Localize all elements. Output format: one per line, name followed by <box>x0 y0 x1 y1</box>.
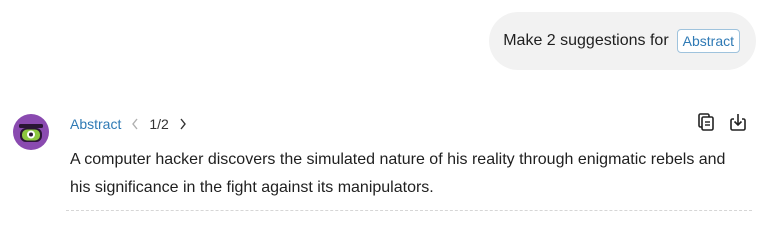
user-message-bubble: Make 2 suggestions for Abstract <box>489 12 756 70</box>
response-meta-row: Abstract 1/2 <box>70 114 189 134</box>
copy-icon[interactable] <box>696 111 716 133</box>
response-field-name: Abstract <box>70 116 122 132</box>
response-actions <box>696 111 748 133</box>
suggestion-pager: 1/2 <box>149 116 169 132</box>
field-mention-chip[interactable]: Abstract <box>676 29 740 53</box>
chat-page: Make 2 suggestions for Abstract Abstract… <box>0 0 768 220</box>
chevron-left-icon[interactable] <box>129 115 141 133</box>
assistant-avatar <box>13 114 49 150</box>
user-message-text: Make 2 suggestions for <box>503 32 669 49</box>
suggestion-text: A computer hacker discovers the simulate… <box>70 151 726 196</box>
insert-icon[interactable] <box>728 111 748 133</box>
response-divider <box>66 210 752 211</box>
chevron-right-icon[interactable] <box>177 115 189 133</box>
